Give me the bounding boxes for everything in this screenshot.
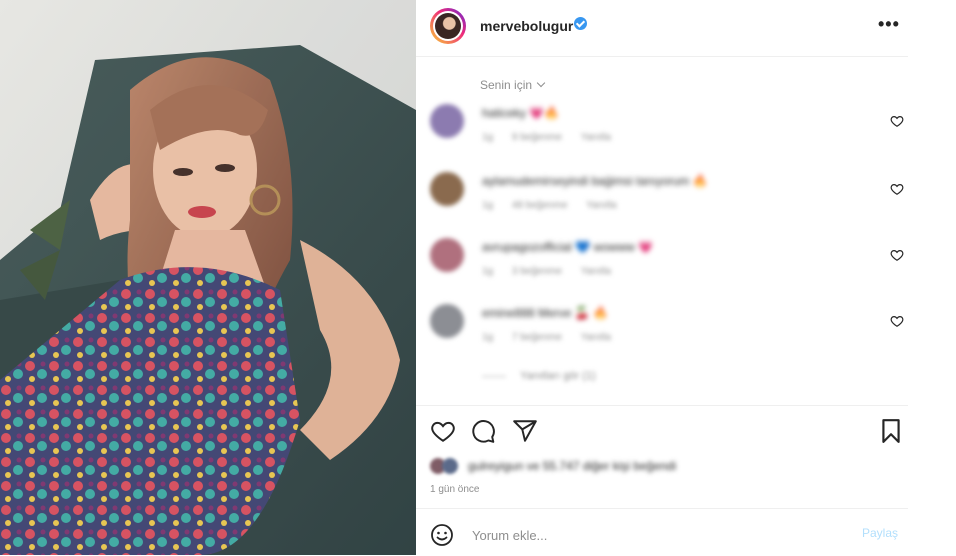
bookmark-icon[interactable] [878, 418, 904, 444]
comment-age: 1g [482, 200, 494, 211]
comment-meta: 1g 7 beğenme Yanıtla [482, 332, 627, 343]
author-username[interactable]: mervebolugur [480, 18, 573, 34]
comment-age: 1g [482, 266, 494, 277]
comment-reply-button[interactable]: Yanıtla [581, 266, 611, 277]
post-image[interactable] [0, 0, 416, 555]
share-paper-plane-icon[interactable] [512, 418, 538, 444]
comment-text: emine888 Merve 🍒 🔥 [482, 306, 608, 320]
emoji-smiley-icon[interactable] [430, 523, 454, 547]
comment-age: 1g [482, 132, 494, 143]
post-photo-illustration [0, 0, 416, 555]
chevron-down-icon [536, 78, 546, 88]
comment-item: aylamudemirseyindi baģimsi tanıyorum 🔥 1… [416, 172, 908, 232]
view-replies-label: Yanıtları gör (1) [520, 370, 596, 382]
comment-meta: 1g 48 beğenme Yanıtla [482, 200, 633, 211]
post-action-bar [416, 405, 908, 454]
comment-text: aylamudemirseyindi baģimsi tanıyorum 🔥 [482, 174, 708, 188]
heart-icon[interactable] [890, 114, 904, 128]
heart-icon[interactable] [890, 314, 904, 328]
comment-reply-button[interactable]: Yanıtla [581, 332, 611, 343]
comment-reply-button[interactable]: Yanıtla [581, 132, 611, 143]
like-heart-icon[interactable] [430, 418, 456, 444]
comment-composer: Paylaş [416, 508, 908, 556]
comment-meta: 1g 9 beğenme Yanıtla [482, 132, 627, 143]
comment-meta: 1g 3 beğenme Yanıtla [482, 266, 627, 277]
comment-input[interactable] [470, 521, 844, 549]
replies-divider [482, 375, 506, 377]
comment-likes[interactable]: 9 beğenme [512, 132, 562, 143]
commenter-avatar[interactable] [430, 104, 464, 138]
comment-likes[interactable]: 3 beğenme [512, 266, 562, 277]
comment-item: emine888 Merve 🍒 🔥 1g 7 beğenme Yanıtla [416, 304, 908, 364]
author-avatar[interactable] [430, 8, 466, 44]
commenter-avatar[interactable] [430, 238, 464, 272]
post-timestamp: 1 gün önce [430, 484, 480, 495]
page-margin [908, 0, 956, 555]
verified-badge-icon [574, 17, 587, 30]
comment-filter-label: Senin için [480, 78, 533, 92]
comment-item: haticeky 💗🔥 1g 9 beğenme Yanıtla [416, 104, 908, 164]
liker-avatar [442, 458, 458, 474]
comment-likes[interactable]: 48 beğenme [512, 200, 568, 211]
comment-likes[interactable]: 7 beğenme [512, 332, 562, 343]
heart-icon[interactable] [890, 248, 904, 262]
comment-filter-dropdown[interactable]: Senin için [480, 78, 546, 92]
post-side-panel: mervebolugur ••• Senin için haticeky 💗🔥 … [416, 0, 908, 555]
post-comment-button[interactable]: Paylaş [862, 526, 898, 540]
commenter-avatar[interactable] [430, 172, 464, 206]
comment-age: 1g [482, 332, 494, 343]
comment-bubble-icon[interactable] [470, 418, 496, 444]
view-replies-button[interactable]: Yanıtları gör (1) [482, 370, 596, 382]
comment-text: haticeky 💗🔥 [482, 106, 560, 120]
comment-reply-button[interactable]: Yanıtla [586, 200, 616, 211]
comment-text: avrupagozofficial 💙 wowww 💗 [482, 240, 654, 254]
likes-text[interactable]: gulreyigun ve 55.747 diğer kişi beğendi [468, 459, 676, 473]
commenter-avatar[interactable] [430, 304, 464, 338]
ellipsis-icon[interactable]: ••• [878, 14, 900, 35]
heart-icon[interactable] [890, 182, 904, 196]
post-header: mervebolugur ••• [416, 0, 908, 57]
comment-item: avrupagozofficial 💙 wowww 💗 1g 3 beğenme… [416, 238, 908, 298]
